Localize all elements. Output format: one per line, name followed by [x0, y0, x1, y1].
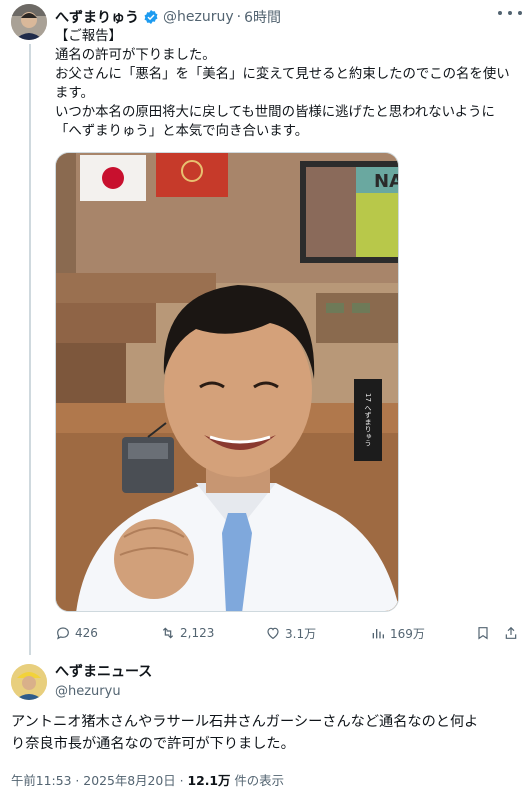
screen-text: NA [374, 171, 399, 192]
repost-icon [162, 627, 174, 639]
like-count: 3.1万 [285, 626, 317, 641]
thread-line [29, 44, 31, 655]
share-button[interactable] [503, 623, 523, 643]
tweet-line: お父さんに「悪名」を「美名」に変えて見せると約束したのでこの名を使い [55, 67, 510, 82]
reply-timestamp[interactable]: 午前11:53 · 2025年8月20日 · [11, 773, 187, 788]
handle[interactable]: @hezuruy [163, 9, 234, 25]
views-button[interactable]: 169万 [370, 623, 425, 643]
reply-text: アントニオ猪木さんやラサール石井さんガーシーさんなど通名なのと何よ り奈良市長が… [11, 711, 523, 755]
reply-meta: 午前11:53 · 2025年8月20日 · 12.1万 件の表示 [11, 771, 284, 789]
avatar-hezuma-news[interactable] [11, 664, 47, 700]
views-icon [372, 629, 384, 639]
reply-line: アントニオ猪木さんやラサール石井さんガーシーさんなど通名なのと何よ [11, 714, 479, 730]
reply-views-count: 12.1万 [187, 773, 231, 788]
reply-display-name[interactable]: へずまニュース [55, 663, 152, 681]
reply-line: り奈良市長が通名なので許可が下りました。 [11, 736, 295, 752]
repost-count: 2,123 [180, 626, 215, 640]
tweet-line: 【ご報告】 [55, 29, 122, 44]
bookmark-icon [478, 627, 488, 640]
nameplate-text: 17 へずまりゅう [364, 393, 372, 446]
share-icon [505, 626, 517, 639]
tweet-actions: 426 2,123 3.1万 169万 [55, 623, 523, 643]
display-name[interactable]: へずまりゅう [55, 7, 139, 27]
tweet-text: 【ご報告】 通名の許可が下りました。 お父さんに「悪名」を「美名」に変えて見せる… [55, 27, 523, 141]
tweet-photo[interactable]: NA 17 へずまりゅう [55, 152, 399, 612]
reply-handle[interactable]: @hezuryu [55, 683, 152, 701]
timestamp[interactable]: 6時間 [244, 7, 281, 27]
repost-button[interactable]: 2,123 [160, 623, 214, 643]
tweet-line: 「へずまりゅう」と本気で向き合います。 [55, 124, 309, 139]
separator-dot: · [236, 9, 242, 25]
views-count: 169万 [390, 626, 425, 641]
more-icon[interactable] [498, 5, 522, 21]
reply-icon [57, 627, 69, 640]
like-icon [267, 627, 279, 640]
tweet-line: いつか本名の原田将大に戻しても世間の皆様に逃げたと思われないように [55, 105, 495, 120]
tweet-header: へずまりゅう @hezuruy · 6時間 [55, 7, 281, 27]
tweet-line: 通名の許可が下りました。 [55, 48, 216, 63]
bookmark-button[interactable] [475, 623, 495, 643]
reply-button[interactable]: 426 [55, 623, 98, 643]
like-button[interactable]: 3.1万 [265, 623, 316, 643]
reply-header: へずまニュース @hezuryu [55, 663, 152, 701]
verified-badge-icon [143, 9, 159, 25]
reply-views-label: 件の表示 [230, 773, 284, 788]
avatar-hezumaryu[interactable] [11, 4, 47, 40]
tweet-line: ます。 [55, 86, 94, 101]
reply-count: 426 [75, 626, 98, 640]
photo-drawing: NA 17 へずまりゅう [56, 153, 399, 611]
